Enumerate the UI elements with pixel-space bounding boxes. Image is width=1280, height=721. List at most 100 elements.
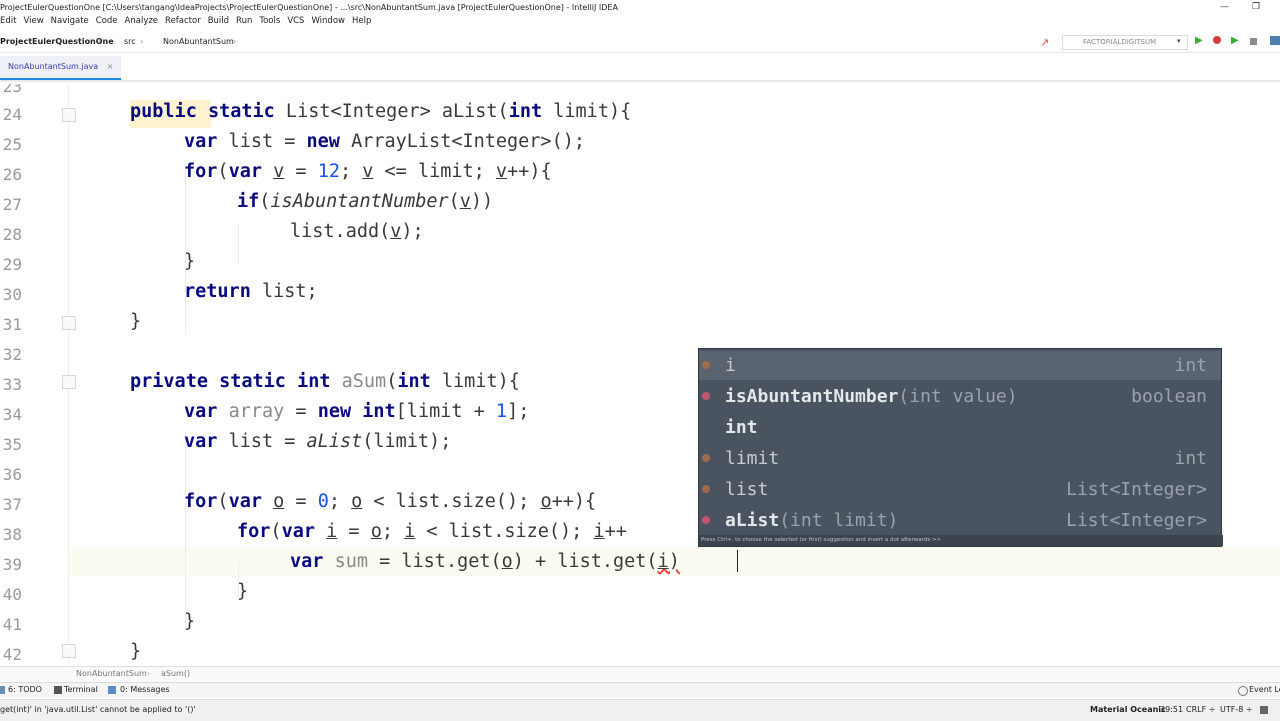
menu-view[interactable]: View bbox=[23, 16, 43, 26]
file-encoding[interactable]: UTF-8 ÷ bbox=[1220, 705, 1253, 714]
lock-icon[interactable] bbox=[1260, 706, 1268, 714]
completion-item-name: list bbox=[725, 479, 769, 500]
event-log-icon bbox=[1238, 686, 1248, 696]
variable-icon bbox=[702, 454, 710, 462]
theme-indicator[interactable]: Material Oceanic bbox=[1090, 705, 1166, 714]
menu-tools[interactable]: Tools bbox=[259, 16, 280, 26]
code-line: } bbox=[130, 641, 142, 662]
menu-analyze[interactable]: Analyze bbox=[125, 16, 159, 26]
todo-icon bbox=[0, 686, 5, 694]
menu-run[interactable]: Run bbox=[236, 16, 252, 26]
completion-item-name: limit bbox=[725, 448, 780, 469]
tab-label: NonAbuntantSum.java bbox=[8, 62, 99, 71]
menu-navigate[interactable]: Navigate bbox=[51, 16, 89, 26]
code-line: for(var i = o; i < list.size(); i++ bbox=[237, 521, 627, 542]
code-completion-popup[interactable]: i int isAbuntantNumber(int value) boolea… bbox=[698, 348, 1223, 547]
fold-marker[interactable] bbox=[62, 375, 76, 389]
chevron-right-icon: › bbox=[147, 669, 151, 678]
breadcrumb-class[interactable]: NonAbuntantSum bbox=[76, 669, 147, 678]
menu-bar: Edit View Navigate Code Analyze Refactor Build… bbox=[0, 16, 1280, 31]
completion-item[interactable]: isAbuntantNumber(int value) boolean bbox=[699, 382, 1221, 413]
code-line: if(isAbuntantNumber(v)) bbox=[237, 191, 494, 212]
completion-item-type: int bbox=[1174, 355, 1207, 376]
method-icon bbox=[702, 516, 710, 524]
run-icon[interactable]: ▶ bbox=[1195, 35, 1203, 46]
stop-icon[interactable] bbox=[1250, 38, 1257, 45]
code-line: var list = aList(limit); bbox=[184, 431, 452, 452]
fold-marker[interactable] bbox=[62, 644, 76, 658]
line-number: 39 bbox=[2, 555, 22, 574]
run-configuration-select[interactable]: FACTORIALDIGITSUM ▾ bbox=[1062, 35, 1188, 50]
completion-item[interactable]: i int bbox=[699, 351, 1221, 382]
tool-window-bar: 6: TODO Terminal 0: Messages Event Log bbox=[0, 682, 1280, 698]
code-line: private static int aSum(int limit){ bbox=[130, 371, 520, 392]
close-icon[interactable]: × bbox=[107, 62, 114, 71]
line-number: 33 bbox=[2, 375, 22, 394]
tool-messages[interactable]: 0: Messages bbox=[120, 685, 170, 694]
code-line: } bbox=[184, 251, 196, 272]
project-structure-icon[interactable] bbox=[1270, 36, 1280, 45]
tab-nonabuntantsum[interactable]: NonAbuntantSum.java × bbox=[0, 56, 122, 80]
editor-breadcrumbs: NonAbuntantSum › aSum() bbox=[0, 666, 1280, 681]
line-separator[interactable]: CRLF ÷ bbox=[1186, 705, 1215, 714]
minimize-button[interactable]: — bbox=[1220, 2, 1229, 12]
tool-todo[interactable]: 6: TODO bbox=[8, 685, 42, 694]
coverage-icon[interactable]: ▶ bbox=[1231, 35, 1239, 46]
code-line: list.add(v); bbox=[290, 221, 424, 242]
menu-build[interactable]: Build bbox=[208, 16, 229, 26]
completion-item[interactable]: int bbox=[699, 413, 1221, 444]
line-number: 24 bbox=[2, 105, 22, 124]
code-line: } bbox=[130, 311, 142, 332]
completion-item[interactable]: aList(int limit) List<Integer> bbox=[699, 506, 1221, 537]
line-number: 27 bbox=[2, 195, 22, 214]
menu-vcs[interactable]: VCS bbox=[287, 16, 304, 26]
run-config-label: FACTORIALDIGITSUM bbox=[1083, 38, 1157, 46]
completion-item-name: isAbuntantNumber bbox=[725, 386, 899, 407]
chevron-right-icon: › bbox=[233, 37, 237, 46]
menu-edit[interactable]: Edit bbox=[0, 16, 16, 26]
debug-icon[interactable] bbox=[1213, 36, 1221, 44]
code-line: var sum = list.get(o) + list.get(i) bbox=[290, 551, 680, 572]
line-number: 28 bbox=[2, 225, 22, 244]
code-line: var array = new int[limit + 1]; bbox=[184, 401, 530, 422]
completion-hint: Press Ctrl+. to choose the selected (or … bbox=[699, 535, 1223, 546]
line-number: 32 bbox=[2, 345, 22, 364]
chevron-right-icon: › bbox=[140, 37, 144, 46]
completion-item[interactable]: limit int bbox=[699, 444, 1221, 475]
completion-item-name: aList bbox=[725, 510, 780, 531]
nav-file[interactable]: NonAbuntantSum bbox=[163, 37, 234, 46]
line-number: 41 bbox=[2, 615, 22, 634]
messages-icon bbox=[108, 686, 116, 694]
caret-position[interactable]: 39:51 bbox=[1160, 705, 1183, 714]
menu-help[interactable]: Help bbox=[352, 16, 371, 26]
completion-item-type: List<Integer> bbox=[1066, 510, 1207, 531]
menu-code[interactable]: Code bbox=[96, 16, 118, 26]
nav-project[interactable]: ProjectEulerQuestionOne bbox=[0, 37, 114, 46]
code-line: } bbox=[184, 611, 196, 632]
tool-terminal[interactable]: Terminal bbox=[64, 685, 98, 694]
line-number: 26 bbox=[2, 165, 22, 184]
chevron-down-icon: ▾ bbox=[1177, 37, 1181, 45]
code-line: public static List<Integer> aList(int li… bbox=[130, 101, 632, 122]
tool-event-log[interactable]: Event Log bbox=[1249, 685, 1280, 694]
fold-marker[interactable] bbox=[62, 316, 76, 330]
line-number: 37 bbox=[2, 495, 22, 514]
nav-src[interactable]: src bbox=[124, 37, 136, 46]
menu-refactor[interactable]: Refactor bbox=[165, 16, 201, 26]
indent-guide bbox=[238, 224, 239, 264]
maximize-button[interactable]: ❐ bbox=[1252, 2, 1260, 12]
menu-window[interactable]: Window bbox=[311, 16, 345, 26]
completion-item-args: (int limit) bbox=[779, 510, 899, 531]
line-number: 34 bbox=[2, 405, 22, 424]
breadcrumb-method[interactable]: aSum() bbox=[161, 669, 190, 678]
hammer-icon[interactable]: ↗ bbox=[1040, 36, 1049, 49]
code-line: for(var o = 0; o < list.size(); o++){ bbox=[184, 491, 597, 512]
fold-marker[interactable] bbox=[62, 108, 76, 122]
completion-item[interactable]: list List<Integer> bbox=[699, 475, 1221, 506]
terminal-icon bbox=[54, 686, 62, 694]
variable-icon bbox=[702, 361, 710, 369]
code-line: for(var v = 12; v <= limit; v++){ bbox=[184, 161, 552, 182]
window-title: ProjectEulerQuestionOne [C:\Users\tangan… bbox=[0, 3, 618, 12]
text-caret bbox=[737, 550, 738, 572]
completion-item-type: boolean bbox=[1131, 386, 1207, 407]
